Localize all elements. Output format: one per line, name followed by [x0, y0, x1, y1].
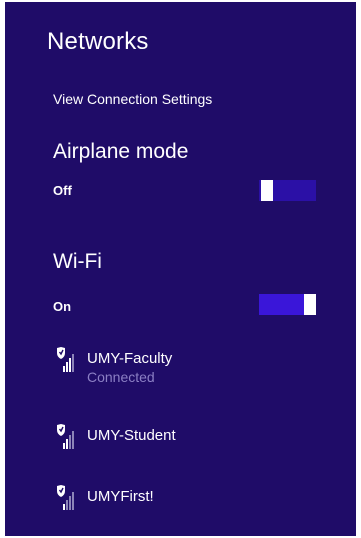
secured-wifi-signal-icon	[57, 485, 74, 510]
network-name: UMYFirst!	[87, 488, 154, 505]
wifi-heading: Wi-Fi	[53, 250, 102, 273]
network-status: Connected	[87, 369, 155, 385]
airplane-mode-toggle[interactable]	[259, 180, 316, 201]
wifi-toggle-thumb	[304, 294, 316, 315]
airplane-mode-heading: Airplane mode	[53, 140, 189, 163]
secured-wifi-signal-icon	[57, 347, 74, 372]
network-item-umy-student[interactable]: UMY-Student	[52, 424, 332, 464]
wifi-toggle[interactable]	[259, 294, 316, 315]
network-item-umyfirst[interactable]: UMYFirst!	[52, 485, 332, 525]
secured-wifi-signal-icon	[57, 424, 74, 449]
network-name: UMY-Student	[87, 427, 176, 444]
airplane-mode-state-label: Off	[53, 183, 72, 198]
airplane-mode-toggle-thumb	[261, 180, 273, 201]
view-connection-settings-link[interactable]: View Connection Settings	[53, 91, 212, 107]
networks-panel: Networks View Connection Settings Airpla…	[5, 2, 356, 536]
network-item-umy-faculty[interactable]: UMY-Faculty Connected	[52, 347, 332, 387]
panel-title: Networks	[47, 28, 149, 55]
network-name: UMY-Faculty	[87, 350, 173, 367]
wifi-state-label: On	[53, 299, 72, 314]
